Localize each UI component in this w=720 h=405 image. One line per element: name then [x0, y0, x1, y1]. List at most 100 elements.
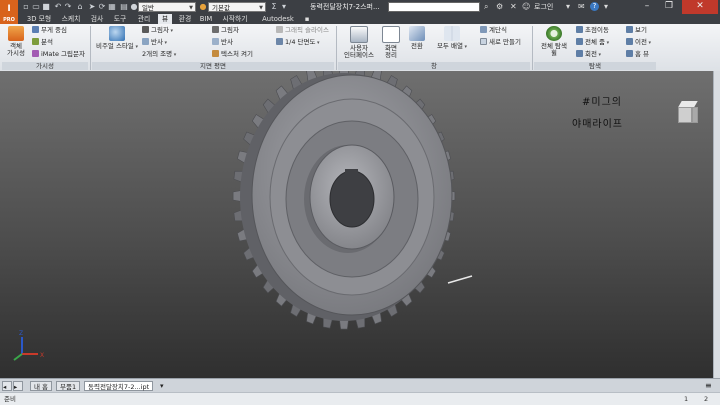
ground-shadow-button[interactable]: 그림자 [212, 26, 239, 35]
sigma-icon[interactable]: Σ [270, 2, 278, 11]
ribbon-options-icon[interactable]: ▪ [302, 14, 312, 24]
doc-tab-part1[interactable]: 부품1 [56, 381, 81, 391]
save-icon[interactable]: ■ [42, 2, 50, 11]
tab-scroll-right-icon[interactable]: ▸ [13, 381, 23, 391]
home-icon[interactable]: ⌂ [76, 2, 84, 11]
zoom-icon [576, 38, 583, 45]
switch-label: 전환 [411, 42, 423, 50]
stay-connected-icon[interactable]: ✉ [578, 2, 585, 12]
ground-shadow-icon [212, 26, 219, 33]
analysis-button[interactable]: 분석 [32, 38, 53, 47]
object-visibility-button[interactable]: 객체 가시성 [4, 26, 28, 57]
pan-icon [576, 26, 583, 33]
ground-reflection-label: 반사 [221, 38, 233, 46]
ribbon-separator [336, 26, 337, 70]
imate-icon [32, 50, 39, 57]
slice-graphics-button[interactable]: 그래픽 슬라이스 [276, 26, 329, 35]
doc-tab-active[interactable]: 동력전달장치7-2...ipt [84, 381, 154, 391]
tab-get-started[interactable]: 시작하기 [218, 14, 252, 24]
quick-access-dropdown-icon[interactable]: ▾ [280, 2, 288, 11]
minimize-icon[interactable]: – [638, 0, 656, 14]
object-visibility-icon [8, 26, 24, 41]
tab-bim[interactable]: BIM [198, 14, 214, 24]
new-window-label: 새로 만들기 [489, 38, 521, 46]
tab-3d-model[interactable]: 3D 모형 [24, 14, 54, 24]
previous-view-button[interactable]: 이전 ▾ [626, 38, 651, 47]
zoom-all-label: 전체 줌 [585, 38, 606, 46]
doc-tab-home[interactable]: 내 홈 [30, 381, 53, 391]
analysis-label: 분석 [41, 38, 53, 46]
switch-button[interactable]: 전환 [406, 26, 428, 50]
pan-button[interactable]: 초점이동 [576, 26, 609, 35]
search-input[interactable] [388, 2, 480, 12]
login-button[interactable]: 로그인 [534, 2, 553, 12]
redo-icon[interactable]: ↷ [64, 2, 72, 11]
texture-on-button[interactable]: 텍스처 켜기 [212, 50, 253, 59]
exchange-icon[interactable]: ✕ [510, 2, 517, 12]
update-icon[interactable]: ⟳ [98, 2, 106, 11]
shadows-button[interactable]: 그림자 ▾ [142, 26, 173, 35]
chevron-down-icon[interactable]: ▾ [566, 2, 570, 12]
chevron-down-icon: ▾ [462, 44, 468, 50]
arrange-all-button[interactable]: 모두 배열 ▾ [430, 26, 474, 51]
chevron-down-icon: ▾ [596, 52, 602, 58]
orbit-label: 회전 [585, 50, 597, 58]
chevron-down-icon: ▾ [315, 40, 320, 46]
ground-reflection-button[interactable]: 반사 [212, 38, 233, 47]
center-of-gravity-button[interactable]: 무게 중심 [32, 26, 67, 35]
clean-screen-button[interactable]: 화면 정리 [380, 26, 402, 59]
full-navigation-wheel-button[interactable]: 전체 탐색 휠 [536, 26, 572, 57]
previous-view-icon [626, 38, 633, 45]
visual-style-button[interactable]: 비주얼 스타일 ▾ [94, 26, 140, 51]
look-at-button[interactable]: 보기 [626, 26, 647, 35]
close-icon[interactable]: ▾ [160, 382, 164, 390]
open-icon[interactable]: ▭ [32, 2, 40, 11]
lighting-style-combo[interactable]: 2개의 조명 ▾ [142, 50, 176, 59]
tab-manage[interactable]: 관리 [133, 14, 155, 24]
reflections-button[interactable]: 반사 ▾ [142, 38, 167, 47]
svg-text:Z: Z [19, 330, 23, 337]
visual-style-icon [109, 26, 125, 41]
cascade-button[interactable]: 계단식 [480, 26, 507, 35]
tab-view[interactable]: 뷰 [158, 14, 172, 24]
undo-icon[interactable]: ↶ [54, 2, 62, 11]
subscription-icon[interactable]: ⚙ [496, 2, 503, 12]
zoom-all-button[interactable]: 전체 줌 ▾ [576, 38, 609, 47]
material-combo[interactable]: 일반 ▼ [138, 2, 196, 12]
help-icon[interactable]: ? [590, 2, 599, 11]
search-icon[interactable]: ⌕ [484, 2, 488, 12]
select-icon[interactable]: ➤ [88, 2, 96, 11]
watermark-line1: #미그의 [582, 97, 622, 108]
texture-on-label: 텍스처 켜기 [221, 50, 253, 58]
properties-icon[interactable]: ▤ [120, 2, 128, 11]
orbit-button[interactable]: 회전 ▾ [576, 50, 601, 59]
reflections-label: 반사 [151, 38, 163, 46]
viewcube-icon[interactable] [676, 101, 700, 127]
tab-list-icon[interactable]: ≡ [705, 381, 712, 390]
center-of-gravity-icon [32, 26, 39, 33]
arrange-all-icon [444, 26, 460, 41]
user-interface-button[interactable]: 사용자 인터페이스 [340, 26, 378, 59]
tab-tools[interactable]: 도구 [110, 14, 130, 24]
maximize-icon[interactable]: ❐ [660, 0, 678, 14]
quarter-section-button[interactable]: 1/4 단면도 ▾ [276, 38, 320, 47]
tab-scroll-left-icon[interactable]: ◂ [2, 381, 12, 391]
new-icon[interactable]: ▫ [22, 2, 30, 11]
new-window-button[interactable]: 새로 만들기 [480, 38, 521, 47]
tab-environments[interactable]: 환경 [175, 14, 195, 24]
shaft-bore [329, 170, 375, 228]
app-menu-button[interactable]: I PRO [0, 0, 18, 24]
appearance-combo[interactable]: 기본값 ▼ [208, 2, 266, 12]
viewport-scrollbar[interactable] [713, 71, 720, 378]
imate-glyph-button[interactable]: iMate 그립문자 [32, 50, 85, 59]
measure-icon[interactable]: ▦ [108, 2, 116, 11]
tab-sketch[interactable]: 스케치 [58, 14, 84, 24]
user-icon[interactable]: ☺ [522, 2, 530, 12]
chevron-down-icon[interactable]: ▾ [604, 2, 608, 12]
graphics-viewport[interactable]: X Z #미그의 야매라이프 [0, 71, 713, 378]
tab-inspect[interactable]: 검사 [87, 14, 107, 24]
close-icon[interactable]: ✕ [682, 0, 718, 14]
tab-autodesk-360[interactable]: Autodesk 360 [256, 14, 300, 33]
analysis-icon [32, 38, 39, 45]
home-view-button[interactable]: 홈 뷰 [626, 50, 649, 59]
